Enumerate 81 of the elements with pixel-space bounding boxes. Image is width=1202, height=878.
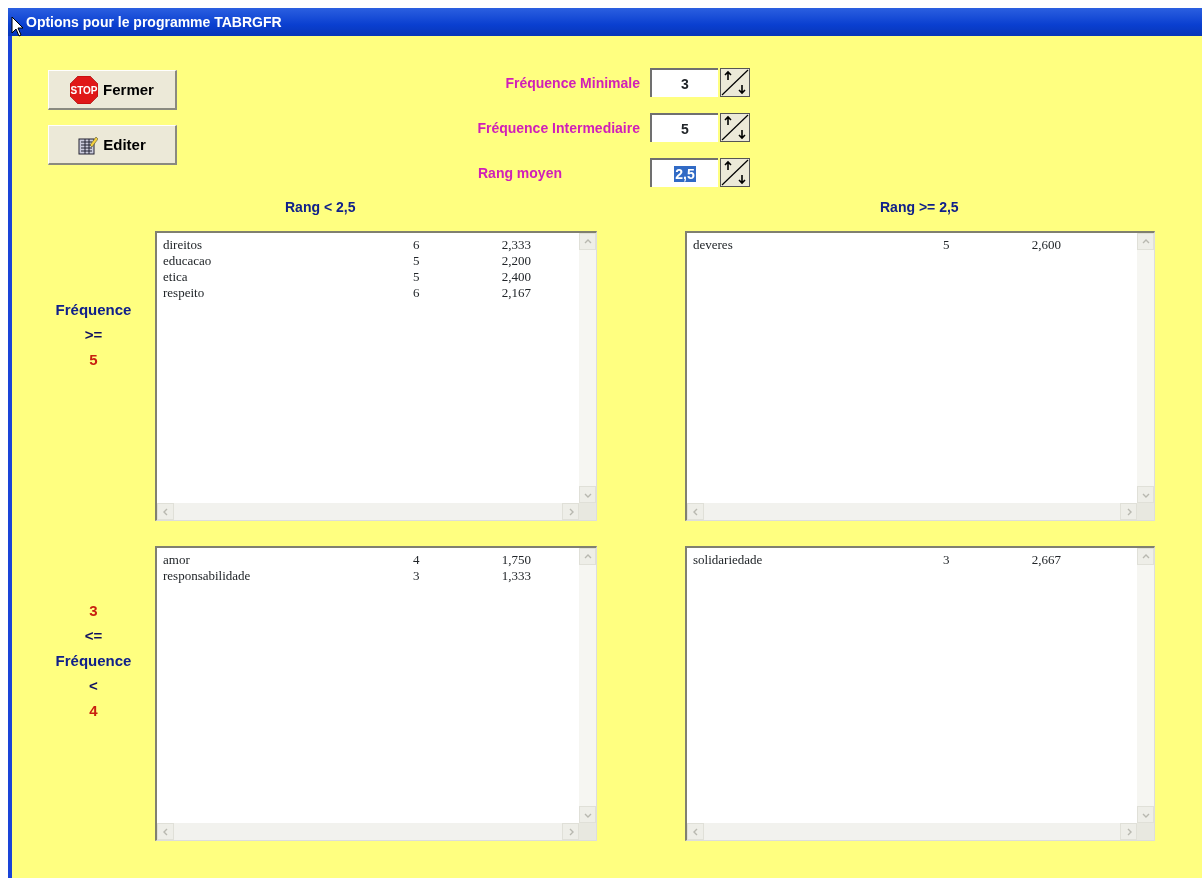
list-cell-text: 3: [413, 568, 421, 584]
list-cell-text: responsabilidade: [163, 568, 252, 584]
list-cell-text: 4: [413, 552, 421, 568]
scroll-down-button[interactable]: [1137, 486, 1154, 503]
horizontal-scrollbar[interactable]: [687, 503, 1137, 520]
operator-label: >=: [84, 325, 103, 345]
list-cell-text: 6: [413, 237, 421, 253]
spin-button[interactable]: [720, 68, 750, 97]
scroll-right-button[interactable]: [562, 503, 579, 520]
list-cell-text: 5: [413, 269, 421, 285]
stop-icon: STOP: [70, 75, 99, 104]
scroll-down-button[interactable]: [579, 806, 596, 823]
scrollbar-corner: [1137, 503, 1154, 520]
list-cell-text: 2,167: [500, 285, 531, 301]
horizontal-scrollbar[interactable]: [687, 823, 1137, 840]
vertical-scrollbar[interactable]: [1137, 233, 1154, 503]
vertical-scrollbar[interactable]: [1137, 548, 1154, 823]
horizontal-scrollbar[interactable]: [157, 503, 579, 520]
edit-button[interactable]: Editer: [48, 125, 177, 165]
scroll-left-button[interactable]: [687, 823, 704, 840]
list-cell-text: etica: [163, 269, 189, 285]
scroll-down-button[interactable]: [579, 486, 596, 503]
list-box[interactable]: deveres 5 2,600: [685, 231, 1155, 521]
list-box[interactable]: solidariedade 3 2,667: [685, 546, 1155, 841]
threshold-value: 4: [89, 701, 98, 721]
list-cell-text: 2,600: [1030, 237, 1061, 253]
spin-button[interactable]: [720, 113, 750, 142]
number-field[interactable]: 2,5: [650, 158, 718, 187]
close-button[interactable]: STOP Fermer: [48, 70, 177, 110]
cursor-icon: [11, 16, 24, 37]
list-cell-text: 2,200: [500, 253, 531, 269]
vertical-scrollbar[interactable]: [579, 548, 596, 823]
scroll-right-button[interactable]: [1120, 823, 1137, 840]
scroll-down-button[interactable]: [1137, 806, 1154, 823]
list-box[interactable]: direitos 6 2,333 educacao 5 2,200 etica 5 2,400 respeito 6 2,167: [155, 231, 597, 521]
scroll-up-button[interactable]: [1137, 233, 1154, 250]
list-cell-text: deveres: [693, 237, 734, 253]
list-cell-text: 2,333: [500, 237, 531, 253]
scroll-right-button[interactable]: [562, 823, 579, 840]
list-cell-text: 6: [413, 285, 421, 301]
parameter-label: Fréquence Intermediaire: [476, 119, 640, 136]
operator-label: <: [89, 676, 98, 696]
operator-label: <=: [84, 626, 103, 646]
list-cell-text: amor: [163, 552, 191, 568]
vertical-scrollbar[interactable]: [579, 233, 596, 503]
scroll-up-button[interactable]: [1137, 548, 1154, 565]
list-cell-text: 2,400: [500, 269, 531, 285]
row-label: Fréquence: [55, 651, 132, 671]
horizontal-scrollbar[interactable]: [157, 823, 579, 840]
list-cell-text: direitos: [163, 237, 203, 253]
list-cell-text: 1,333: [500, 568, 531, 584]
list-cell-text: 5: [943, 237, 951, 253]
list-cell-text: 5: [413, 253, 421, 269]
scroll-right-button[interactable]: [1120, 503, 1137, 520]
window-title: Options pour le programme TABRGFR: [26, 14, 282, 30]
number-field[interactable]: 3: [650, 68, 718, 97]
scroll-left-button[interactable]: [157, 823, 174, 840]
list-cell-text: respeito: [163, 285, 206, 301]
parameter-label: Fréquence Minimale: [504, 74, 640, 91]
scroll-left-button[interactable]: [157, 503, 174, 520]
scrollbar-corner: [1137, 823, 1154, 840]
scroll-up-button[interactable]: [579, 548, 596, 565]
scroll-left-button[interactable]: [687, 503, 704, 520]
number-field[interactable]: 5: [650, 113, 718, 142]
parameter-label: Rang moyen: [477, 164, 563, 181]
list-cell-text: solidariedade: [693, 552, 764, 568]
table-edit-icon: [78, 134, 99, 155]
spin-button[interactable]: [720, 158, 750, 187]
column-header: Rang >= 2,5: [880, 198, 959, 215]
list-cell-text: 3: [943, 552, 951, 568]
scrollbar-corner: [579, 503, 596, 520]
threshold-value: 3: [89, 601, 98, 621]
list-box[interactable]: amor 4 1,750 responsabilidade 3 1,333: [155, 546, 597, 841]
threshold-value: 5: [89, 350, 98, 370]
column-header: Rang < 2,5: [285, 198, 356, 215]
scroll-up-button[interactable]: [579, 233, 596, 250]
list-cell-text: 2,667: [1030, 552, 1061, 568]
row-label: Fréquence: [55, 300, 132, 320]
scrollbar-corner: [579, 823, 596, 840]
list-cell-text: educacao: [163, 253, 213, 269]
list-cell-text: 1,750: [500, 552, 531, 568]
